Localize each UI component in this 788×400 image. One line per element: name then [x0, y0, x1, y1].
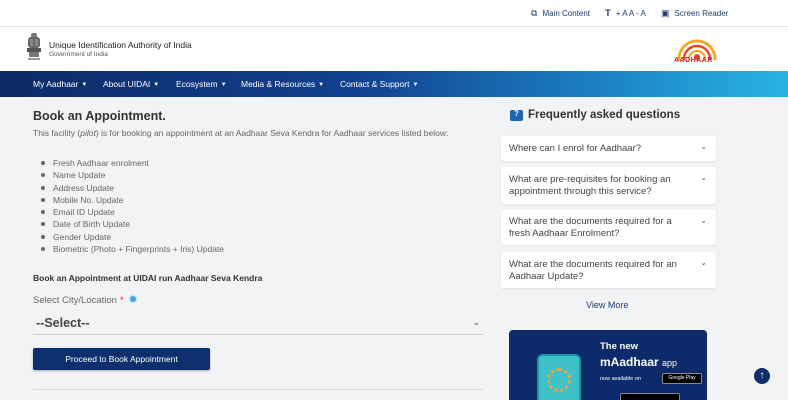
text-size-control[interactable]: 𝐓 + A A - A: [605, 8, 646, 19]
main-nav: My Aadhaar ▼ About UIDAI ▼ Ecosystem ▼ Medi…: [0, 71, 788, 97]
intro-before: This facility (: [33, 128, 81, 138]
chevron-down-icon: ▼: [412, 82, 419, 88]
faq-item[interactable]: Where can I enrol for Aadhaar? ⌄: [501, 136, 716, 161]
list-item: Address Update: [40, 182, 224, 194]
nav-media-resources[interactable]: Media & Resources ▼: [241, 79, 324, 89]
list-item: Email ID Update: [40, 206, 224, 218]
org-name[interactable]: Unique Identification Authority of India: [49, 40, 192, 50]
banner-available: now available on: [600, 376, 641, 382]
intro-pilot: pilot: [80, 128, 96, 138]
list-item: Date of Birth Update: [40, 218, 224, 230]
aadhaar-logo-text: AADHAAR: [674, 57, 713, 64]
chevron-down-icon: ⌄: [700, 258, 707, 267]
nav-label: About UIDAI: [103, 79, 151, 89]
city-select[interactable]: --Select-- ⌄: [33, 313, 483, 335]
screen-reader-label: Screen Reader: [674, 9, 729, 18]
nav-label: Contact & Support: [340, 79, 410, 89]
national-emblem-icon[interactable]: [25, 32, 43, 62]
intro-after: ) is for booking an appointment at an Aa…: [95, 128, 449, 138]
intro-text: This facility (pilot) is for booking an …: [33, 127, 453, 139]
nav-about-uidai[interactable]: About UIDAI ▼: [103, 79, 159, 89]
gov-name: Government of India: [49, 51, 108, 58]
proceed-button[interactable]: Proceed to Book Appointment: [33, 348, 210, 370]
chevron-down-icon: ⌄: [700, 173, 707, 182]
maadhaar-app-banner[interactable]: The new mAadhaar app now available on Go…: [509, 330, 707, 400]
phone-illustration: [537, 354, 581, 400]
banner-app-name: mAadhaar app: [600, 355, 677, 369]
chevron-down-icon: ▼: [318, 82, 325, 88]
faq-question: What are the documents required for a fr…: [509, 216, 672, 239]
nav-contact-support[interactable]: Contact & Support ▼: [340, 79, 418, 89]
store-badge[interactable]: [620, 393, 680, 400]
nav-my-aadhaar[interactable]: My Aadhaar ▼: [33, 79, 87, 89]
divider: [33, 389, 483, 390]
list-item: Gender Update: [40, 231, 224, 243]
faq-item[interactable]: What are the documents required for a fr…: [501, 210, 716, 245]
chevron-down-icon: ▼: [220, 82, 227, 88]
scroll-to-top-button[interactable]: ↑: [754, 368, 770, 384]
faq-item[interactable]: What are pre-requisites for booking an a…: [501, 167, 716, 204]
banner-app-suffix: app: [662, 358, 678, 368]
view-more-link[interactable]: View More: [586, 300, 628, 310]
google-play-badge[interactable]: Google Play: [662, 373, 702, 384]
main-content-link[interactable]: ⧉ Main Content: [531, 8, 590, 19]
screen-reader-icon: ▣: [661, 8, 670, 18]
required-mark: *: [119, 295, 124, 306]
faq-chat-icon: [510, 109, 523, 121]
list-item: Mobile No. Update: [40, 194, 224, 206]
banner-app-title: mAadhaar: [600, 355, 659, 369]
aadhaar-sun-icon: [547, 368, 571, 392]
site-header: Unique Identification Authority of India…: [0, 27, 788, 71]
list-item: Biometric (Photo + Fingerprints + Iris) …: [40, 243, 224, 255]
banner-line1: The new: [600, 341, 639, 352]
city-label: Select City/Location *: [33, 295, 136, 306]
faq-question: Where can I enrol for Aadhaar?: [509, 143, 642, 154]
nav-label: Media & Resources: [241, 79, 316, 89]
nav-label: Ecosystem: [176, 79, 218, 89]
info-icon[interactable]: [129, 296, 136, 302]
nav-ecosystem[interactable]: Ecosystem ▼: [176, 79, 227, 89]
city-label-text: Select City/Location: [33, 295, 117, 306]
page-title: Book an Appointment.: [33, 109, 166, 123]
chevron-down-icon: ▼: [81, 82, 88, 88]
city-select-value: --Select--: [36, 316, 90, 330]
main-content-label: Main Content: [542, 9, 591, 18]
utility-bar: ⧉ Main Content 𝐓 + A A - A ▣ Screen Read…: [0, 0, 788, 27]
faq-title: Frequently asked questions: [528, 109, 681, 121]
faq-item[interactable]: What are the documents required for an A…: [501, 252, 716, 288]
services-list: Fresh Aadhaar enrolment Name Update Addr…: [40, 157, 224, 255]
faq-question: What are the documents required for an A…: [509, 259, 677, 282]
chevron-down-icon: ⌄: [700, 142, 707, 151]
list-item: Name Update: [40, 169, 224, 181]
text-size-label: + A A - A: [615, 9, 646, 18]
screen-reader-link[interactable]: ▣ Screen Reader: [661, 8, 728, 19]
list-item: Fresh Aadhaar enrolment: [40, 157, 224, 169]
chevron-down-icon: ⌄: [700, 216, 707, 225]
chevron-down-icon: ▼: [153, 82, 160, 88]
section-subheading: Book an Appointment at UIDAI run Aadhaar…: [33, 273, 263, 283]
text-size-icon: 𝐓: [605, 8, 611, 18]
faq-question: What are pre-requisites for booking an a…: [509, 174, 671, 197]
main-content-icon: ⧉: [531, 8, 538, 18]
nav-label: My Aadhaar: [33, 79, 79, 89]
chevron-down-icon: ⌄: [472, 317, 480, 327]
